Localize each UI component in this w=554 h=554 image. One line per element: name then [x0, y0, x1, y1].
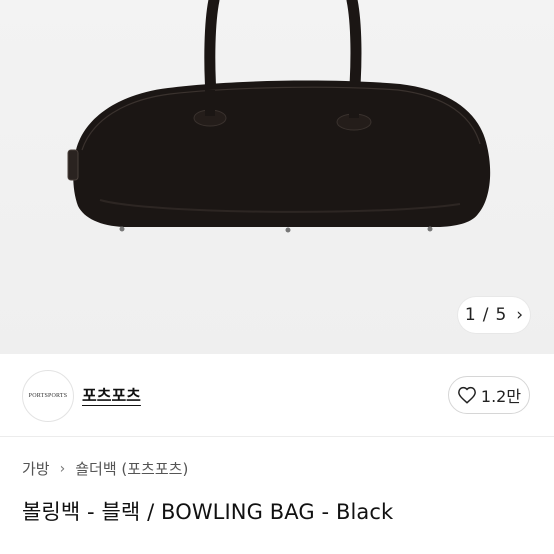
breadcrumb-item-shoulder-bags[interactable]: 숄더백 (포츠포츠) [75, 458, 188, 479]
pager-current: 1 [464, 305, 476, 325]
image-pager[interactable]: 1 / 5 › [458, 297, 530, 333]
chevron-right-icon[interactable]: › [516, 305, 523, 325]
product-image-gallery[interactable]: 1 / 5 › [0, 0, 554, 354]
pager-total: 5 [495, 305, 507, 325]
seller-name-link[interactable]: 포츠포츠 [82, 382, 141, 406]
seller-logo-text: PORTSPORTS [28, 393, 68, 399]
pager-separator: / [482, 305, 489, 325]
breadcrumb: 가방 › 숄더백 (포츠포츠) [22, 458, 188, 479]
chevron-right-icon: › [59, 460, 66, 477]
heart-outline-icon [457, 386, 477, 404]
seller-bar: PORTSPORTS 포츠포츠 1.2만 [0, 354, 554, 437]
breadcrumb-item-bags[interactable]: 가방 [22, 458, 50, 479]
product-title: 볼링백 - 블랙 / BOWLING BAG - Black [22, 500, 394, 524]
like-count: 1.2만 [480, 387, 522, 406]
seller-logo[interactable]: PORTSPORTS [22, 370, 74, 422]
like-button[interactable]: 1.2만 [448, 376, 530, 414]
